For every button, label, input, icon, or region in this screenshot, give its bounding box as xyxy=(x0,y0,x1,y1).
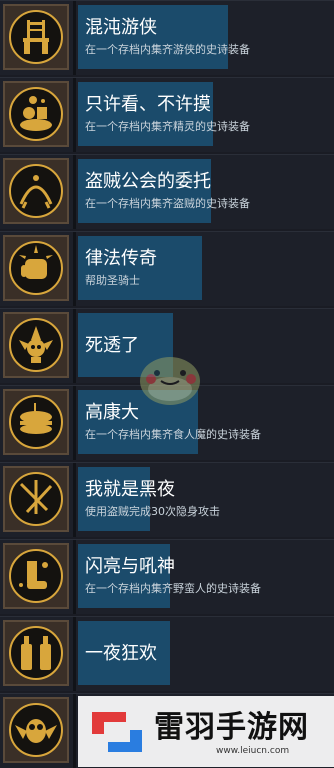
divider xyxy=(73,155,76,229)
achievement-row[interactable]: 闪亮与吼神 在一个存档内集齐野蛮人的史诗装备 xyxy=(0,539,334,614)
achievement-row[interactable]: 一夜狂欢 xyxy=(0,616,334,691)
achievement-icon-frame xyxy=(3,4,69,70)
achievement-icon-frame xyxy=(3,389,69,455)
achievement-icon-frame xyxy=(3,158,69,224)
achievement-desc: 在一个存档内集齐精灵的史诗装备 xyxy=(85,120,250,133)
treasure-pile-icon xyxy=(9,87,63,141)
divider xyxy=(73,232,76,306)
bottles-icon xyxy=(9,626,63,680)
achievement-icon-frame xyxy=(3,466,69,532)
achievement-title: 高康大 xyxy=(85,402,139,423)
watermark-url: www.leiucn.com xyxy=(216,746,290,756)
achievement-desc: 在一个存档内集齐游侠的史诗装备 xyxy=(85,43,250,56)
divider xyxy=(73,463,76,537)
achievement-title: 混沌游侠 xyxy=(85,17,157,38)
achievement-icon-frame xyxy=(3,620,69,686)
watermark-title: 雷羽手游网 xyxy=(154,710,309,745)
divider xyxy=(73,694,76,768)
achievement-row[interactable]: 我就是黑夜 使用盗贼完成30次隐身攻击 xyxy=(0,462,334,537)
achievement-desc: 帮助圣骑士 xyxy=(85,274,140,287)
divider xyxy=(73,1,76,75)
crown-claw-icon xyxy=(9,164,63,218)
jester-skull-icon xyxy=(9,318,63,372)
fist-icon xyxy=(9,241,63,295)
site-watermark: 雷羽手游网 www.leiucn.com xyxy=(78,696,334,767)
achievement-title: 一夜狂欢 xyxy=(85,643,157,664)
achievement-title: 死透了 xyxy=(85,335,139,356)
achievement-row[interactable]: 律法传奇 帮助圣骑士 xyxy=(0,231,334,306)
achievement-desc: 在一个存档内集齐野蛮人的史诗装备 xyxy=(85,582,261,595)
boots-icon xyxy=(9,549,63,603)
sandwich-icon xyxy=(9,395,63,449)
achievement-icon-frame xyxy=(3,543,69,609)
chair-icon xyxy=(9,10,63,64)
achievement-icon-frame xyxy=(3,81,69,147)
achievement-title: 我就是黑夜 xyxy=(85,479,175,500)
owl-icon xyxy=(9,703,63,757)
achievement-desc: 使用盗贼完成30次隐身攻击 xyxy=(85,505,220,518)
divider xyxy=(73,617,76,691)
achievement-icon-frame xyxy=(3,697,69,763)
achievement-icon-frame xyxy=(3,312,69,378)
achievement-title: 律法传奇 xyxy=(85,248,157,269)
daggers-icon xyxy=(9,472,63,526)
achievement-row[interactable]: 混沌游侠 在一个存档内集齐游侠的史诗装备 xyxy=(0,0,334,75)
achievement-row[interactable]: 只许看、不许摸 在一个存档内集齐精灵的史诗装备 xyxy=(0,77,334,152)
mascot-watermark-icon xyxy=(140,357,200,405)
divider xyxy=(73,309,76,383)
achievement-row[interactable]: 盗贼公会的委托 在一个存档内集齐盗贼的史诗装备 xyxy=(0,154,334,229)
achievement-desc: 在一个存档内集齐食人魔的史诗装备 xyxy=(85,428,261,441)
divider xyxy=(73,540,76,614)
achievement-title: 盗贼公会的委托 xyxy=(85,171,211,192)
divider xyxy=(73,78,76,152)
site-logo-icon xyxy=(92,712,142,752)
achievement-title: 只许看、不许摸 xyxy=(85,94,211,115)
divider xyxy=(73,386,76,460)
achievement-icon-frame xyxy=(3,235,69,301)
achievement-title: 闪亮与吼神 xyxy=(85,556,175,577)
achievement-desc: 在一个存档内集齐盗贼的史诗装备 xyxy=(85,197,250,210)
